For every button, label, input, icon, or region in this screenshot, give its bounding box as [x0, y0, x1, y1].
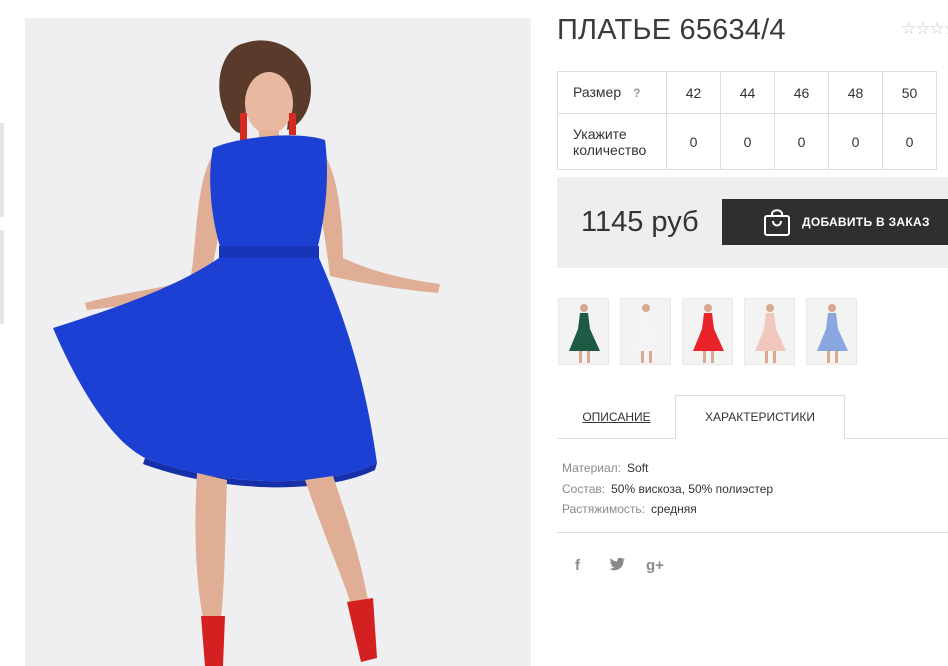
tab-description[interactable]: ОПИСАНИЕ	[557, 395, 676, 439]
color-variant-thumbnail[interactable]	[806, 298, 857, 365]
size-option: 46	[774, 71, 829, 114]
main-product-photo	[25, 18, 531, 666]
spec-key: Материал:	[562, 461, 621, 475]
rating-stars[interactable]: ☆☆☆☆☆	[901, 19, 948, 39]
tab-characteristics[interactable]: ХАРАКТЕРИСТИКИ	[675, 395, 845, 439]
price-box: 1145 руб ДОБАВИТЬ В ЗАКАЗ	[557, 177, 948, 268]
size-option: 42	[666, 71, 721, 114]
size-help-icon[interactable]: ?	[633, 86, 640, 100]
spec-row: Растяжимость: средняя	[562, 499, 773, 520]
color-variant-thumbnail[interactable]	[558, 298, 609, 365]
color-variant-thumbnail[interactable]	[620, 298, 671, 365]
quantity-label: Укажите количество	[557, 113, 667, 170]
quantity-input[interactable]: 0	[666, 113, 721, 170]
size-option: 44	[720, 71, 775, 114]
quantity-input[interactable]: 0	[828, 113, 883, 170]
specs-list: Материал: Soft Состав: 50% вискоза, 50% по…	[562, 458, 773, 520]
spec-value: 50% вискоза, 50% полиэстер	[611, 481, 774, 496]
add-to-order-label: ДОБАВИТЬ В ЗАКАЗ	[802, 215, 930, 229]
spec-key: Состав:	[562, 481, 606, 496]
quantity-input[interactable]: 0	[882, 113, 937, 170]
size-option: 48	[828, 71, 883, 114]
size-quantity-table: Размер? 42 44 46 48 50 Укажите количеств…	[557, 71, 937, 170]
quantity-label-line: количество	[573, 141, 647, 158]
section-divider	[557, 532, 948, 533]
facebook-icon[interactable]: f	[575, 557, 580, 574]
spec-key: Растяжимость:	[562, 502, 646, 516]
color-variant-thumbnail[interactable]	[744, 298, 795, 365]
add-to-order-button[interactable]: ДОБАВИТЬ В ЗАКАЗ	[722, 199, 948, 245]
product-title: ПЛАТЬЕ 65634/4	[557, 14, 786, 46]
quantity-label-line: Укажите	[573, 125, 627, 142]
quantity-input[interactable]: 0	[720, 113, 775, 170]
color-variant-thumbnail[interactable]	[682, 298, 733, 365]
size-label-cell: Размер?	[557, 71, 667, 114]
size-option: 50	[882, 71, 937, 114]
price: 1145 руб	[581, 206, 699, 238]
quantity-input[interactable]: 0	[774, 113, 829, 170]
shopping-bag-icon	[764, 209, 790, 236]
spec-row: Состав: 50% вискоза, 50% полиэстер	[562, 479, 773, 500]
twitter-icon[interactable]	[609, 557, 625, 575]
gallery-thumb-strip[interactable]	[0, 123, 4, 217]
spec-value: средняя	[651, 502, 697, 516]
spec-value: Soft	[626, 461, 649, 475]
spec-row: Материал: Soft	[562, 458, 773, 479]
gallery-thumb-strip[interactable]	[0, 230, 4, 324]
size-label: Размер	[573, 84, 622, 100]
product-tabs: ОПИСАНИЕ ХАРАКТЕРИСТИКИ	[557, 395, 948, 439]
google-plus-icon[interactable]: g+	[646, 557, 664, 574]
